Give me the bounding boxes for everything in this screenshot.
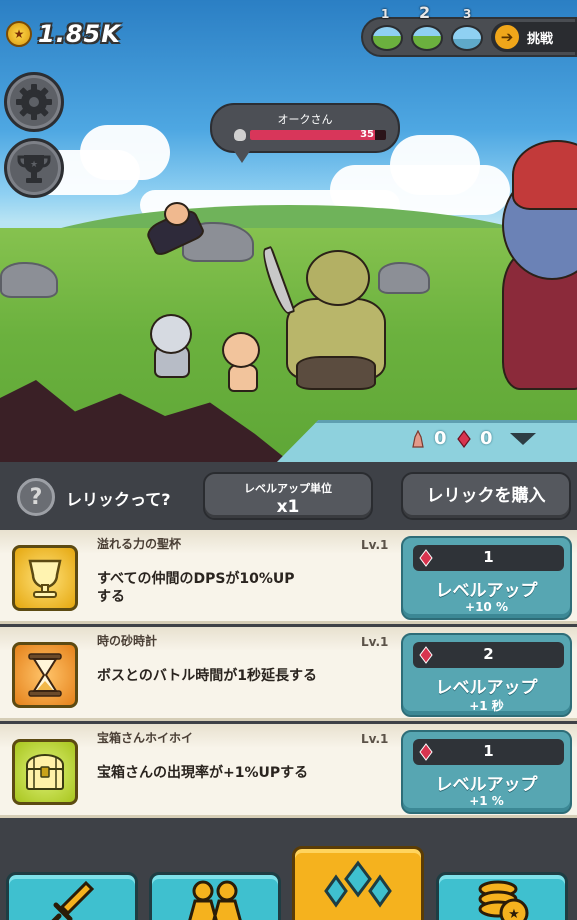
gold-amount: 1.85K — [38, 20, 121, 48]
gem-count: 0 — [480, 428, 493, 449]
enemy-hp-fill — [250, 130, 376, 140]
skull-icon — [234, 129, 246, 141]
relic-description: ボスとのバトル時間が1秒延長する — [97, 668, 318, 684]
treasure-chest-icon — [12, 739, 78, 805]
tab-shop[interactable]: ★ — [436, 872, 568, 920]
relic-help-label[interactable]: レリックって? — [66, 486, 170, 510]
relic-gems-icon — [324, 860, 392, 908]
relic-row: 溢れる力の聖杯 Lv.1 すべての仲間のDPSが10%UPする 1 レベルアップ… — [0, 530, 577, 624]
relic-shard-count: 0 — [434, 428, 447, 449]
party-icon — [188, 880, 242, 920]
relic-level-up-button[interactable]: 1 レベルアップ +10 % — [401, 536, 572, 620]
relic-cost: 2 — [483, 645, 494, 663]
cost-box: 1 — [413, 739, 564, 765]
dropdown-triangle-icon[interactable] — [510, 432, 536, 445]
knight-ally-character — [148, 312, 196, 382]
stage-thumbnail-2 — [411, 25, 443, 51]
svg-text:★: ★ — [508, 907, 520, 920]
relic-name: 時の砂時計 — [97, 634, 158, 648]
relic-shard-icon — [412, 429, 424, 448]
relic-level: Lv.1 — [361, 538, 389, 552]
enemy-hp-value: 35 — [360, 129, 374, 140]
svg-text:★: ★ — [30, 160, 38, 170]
relic-panel-header: ? レリックって? レベルアップ単位 x1 レリックを購入 — [0, 462, 577, 530]
tab-relics[interactable] — [292, 846, 424, 920]
stage-thumbnail-1 — [371, 25, 403, 51]
stage-progress-bar: 1 2 3 ➔ 挑戦 — [361, 3, 577, 57]
settings-button[interactable] — [4, 72, 64, 132]
relic-row: 宝箱さんホイホイ Lv.1 宝箱さんの出現率が+1%UPする 1 レベルアップ … — [0, 724, 577, 818]
gold-coin-icon: ★ — [6, 21, 32, 47]
rock — [0, 262, 58, 298]
hero-character — [218, 330, 270, 398]
hourglass-icon — [12, 642, 78, 708]
hourglass-graphic — [28, 653, 62, 697]
relic-description: すべての仲間のDPSが10%UPする — [97, 571, 295, 605]
stage-number-1: 1 — [381, 7, 390, 21]
chest-graphic — [26, 754, 64, 790]
buy-relic-button[interactable]: レリックを購入 — [401, 472, 571, 520]
cost-box: 2 — [413, 642, 564, 668]
coins-icon: ★ — [478, 880, 529, 920]
cost-box: 1 — [413, 545, 564, 571]
stage-number-2: 2 — [419, 3, 431, 22]
relic-cost: 1 — [483, 742, 494, 760]
fallen-ally-character — [142, 196, 208, 258]
relic-name: 溢れる力の聖杯 — [97, 537, 182, 551]
level-up-bonus: +1 秒 — [469, 699, 504, 713]
gold-display: ★ 1.85K — [6, 20, 121, 48]
orc-enemy-character[interactable] — [258, 245, 406, 396]
tab-party[interactable] — [149, 872, 281, 920]
level-up-unit-value: x1 — [276, 497, 300, 517]
arrow-right-icon: ➔ — [495, 25, 519, 49]
boss-character — [462, 130, 577, 400]
resource-counters: 0 0 — [410, 428, 536, 449]
level-up-unit-button[interactable]: レベルアップ単位 x1 — [203, 472, 373, 520]
sword-icon — [51, 880, 95, 920]
gear-icon — [16, 84, 52, 120]
grail-graphic — [28, 559, 62, 598]
relic-level-up-button[interactable]: 1 レベルアップ +1 % — [401, 730, 572, 814]
red-gem-icon — [457, 429, 471, 448]
level-up-label: レベルアップ — [435, 678, 538, 698]
relic-row: 時の砂時計 Lv.1 ボスとのバトル時間が1秒延長する 2 レベルアップ +1 … — [0, 627, 577, 721]
bottom-navigation: ★ — [0, 826, 577, 920]
stage-thumbnail-3 — [451, 25, 483, 51]
enemy-name: オークさん — [277, 113, 333, 126]
enemy-hp-panel: オークさん 35 — [210, 103, 400, 163]
level-up-bonus: +1 % — [469, 794, 504, 808]
relic-name: 宝箱さんホイホイ — [97, 731, 194, 745]
stage-number-3: 3 — [463, 7, 472, 21]
level-up-label: レベルアップ — [435, 775, 538, 795]
level-up-label: レベルアップ — [435, 581, 538, 601]
level-up-unit-title: レベルアップ単位 — [244, 482, 332, 495]
cloud — [80, 125, 170, 180]
trophy-icon: ★ — [17, 155, 51, 183]
relic-level-up-button[interactable]: 2 レベルアップ +1 秒 — [401, 633, 572, 717]
help-question-icon[interactable]: ? — [17, 478, 55, 516]
challenge-boss-button[interactable]: ➔ 挑戦 — [491, 22, 577, 52]
tab-hero-upgrade[interactable] — [6, 872, 138, 920]
battle-scene[interactable]: ★ 1.85K 1 2 3 ➔ 挑戦 ★ オークさん 35 0 0 — [0, 0, 577, 462]
challenge-label: 挑戦 — [527, 31, 554, 47]
achievements-button[interactable]: ★ — [4, 138, 64, 198]
relic-level: Lv.1 — [361, 635, 389, 649]
relic-cost: 1 — [483, 548, 494, 566]
level-up-bonus: +10 % — [465, 600, 508, 614]
relic-description: 宝箱さんの出現率が+1%UPする — [97, 765, 309, 781]
holy-grail-icon — [12, 545, 78, 611]
relic-level: Lv.1 — [361, 732, 389, 746]
